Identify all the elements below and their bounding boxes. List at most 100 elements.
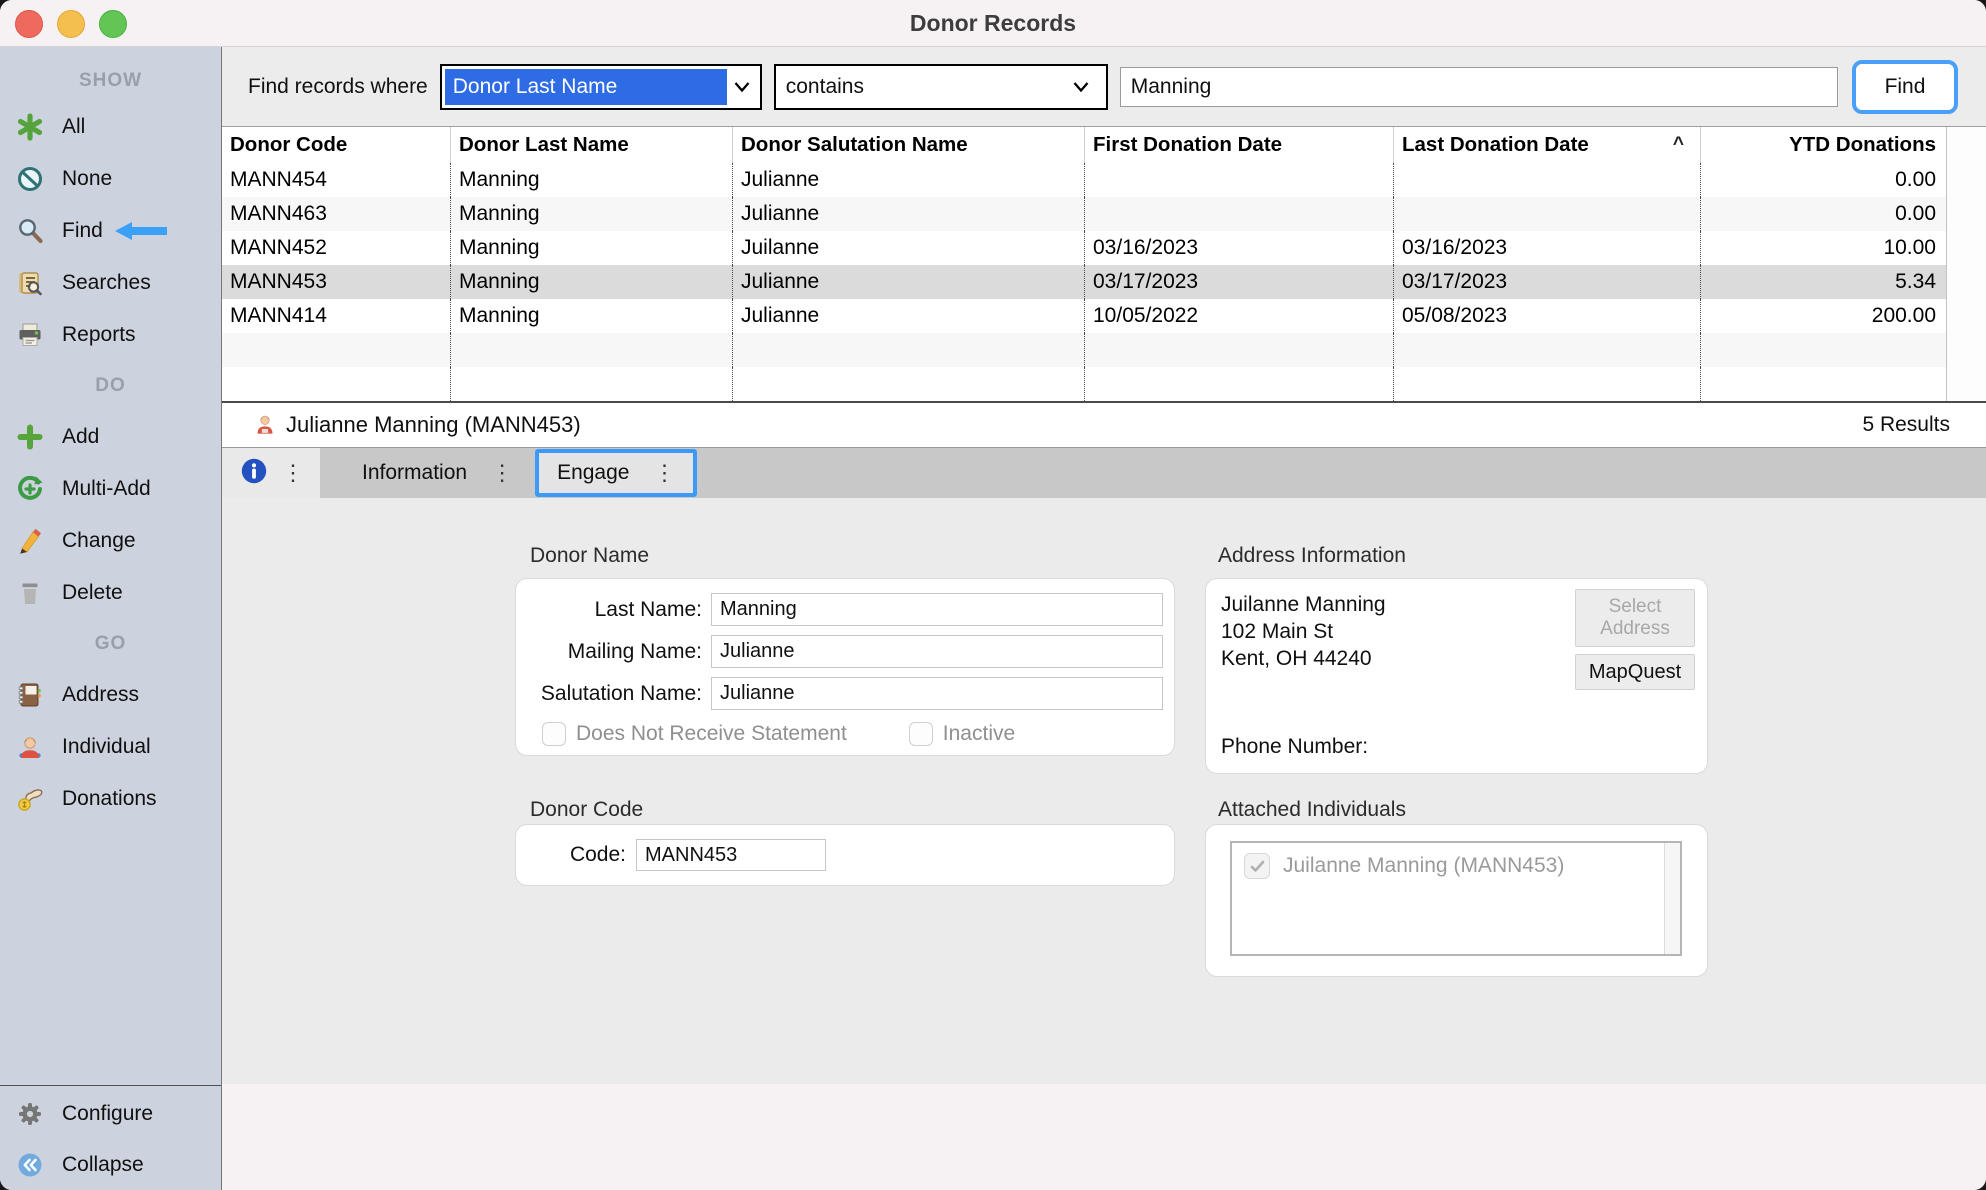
table-scrollbar-gutter[interactable] — [1946, 127, 1986, 401]
table-row[interactable]: MANN452 Manning Juilanne 03/16/2023 03/1… — [222, 231, 1946, 265]
sidebar-item-label: Add — [62, 425, 99, 449]
sidebar-item-configure[interactable]: Configure — [0, 1088, 221, 1139]
find-field-selected-value: Donor Last Name — [445, 69, 727, 105]
mapquest-button[interactable]: MapQuest — [1575, 654, 1695, 690]
close-button[interactable] — [15, 10, 43, 38]
sidebar-item-donations[interactable]: Donations — [0, 773, 221, 825]
attached-individuals-group-label: Attached Individuals — [1218, 798, 1406, 822]
chevron-down-icon — [727, 82, 757, 92]
donor-name-group-label: Donor Name — [530, 544, 649, 568]
collapse-circle-icon — [16, 1151, 44, 1179]
tab-menu-dots-icon[interactable]: ⋮ — [491, 462, 513, 484]
table-row[interactable]: MANN463 Manning Julianne 0.00 — [222, 197, 1946, 231]
cell-last-date: 03/17/2023 — [1393, 265, 1700, 299]
cell-donor-code: MANN454 — [222, 163, 450, 197]
tab-information[interactable]: Information ⋮ — [362, 461, 513, 485]
info-icon[interactable] — [240, 457, 268, 490]
column-header-ytd-donations[interactable]: YTD Donations — [1700, 127, 1946, 163]
blue-arrow-left-icon — [115, 221, 167, 241]
sidebar-item-collapse[interactable]: Collapse — [0, 1139, 221, 1190]
info-menu-dots-icon[interactable]: ⋮ — [282, 462, 304, 484]
sidebar-item-individual[interactable]: Individual — [0, 721, 221, 773]
sidebar-item-all[interactable]: All — [0, 101, 221, 153]
sidebar-item-label: Delete — [62, 581, 123, 605]
does-not-receive-statement-checkbox[interactable] — [542, 722, 566, 746]
column-header-donor-last-name[interactable]: Donor Last Name — [450, 127, 732, 163]
sidebar-item-searches[interactable]: Searches — [0, 257, 221, 309]
sidebar-item-label: Multi-Add — [62, 477, 151, 501]
cell-last-date: 03/16/2023 — [1393, 231, 1700, 265]
sidebar-item-label: Configure — [62, 1102, 153, 1126]
find-records-where-label: Find records where — [248, 75, 428, 99]
sidebar-item-change[interactable]: Change — [0, 515, 221, 567]
sidebar-section-go: GO — [0, 619, 221, 669]
scroll-icon — [16, 269, 44, 297]
sidebar-item-find[interactable]: Find — [0, 205, 221, 257]
tab-menu-dots-icon[interactable]: ⋮ — [653, 462, 675, 484]
column-header-first-donation-date[interactable]: First Donation Date — [1084, 127, 1393, 163]
window-title: Donor Records — [910, 10, 1076, 37]
column-header-label: Last Donation Date — [1402, 133, 1589, 157]
salutation-name-field[interactable] — [711, 677, 1163, 710]
column-header-donor-salutation-name[interactable]: Donor Salutation Name — [732, 127, 1084, 163]
trash-icon — [16, 579, 44, 607]
attached-individuals-listbox: Juilanne Manning (MANN453) — [1230, 841, 1682, 956]
salutation-name-label: Salutation Name: — [516, 682, 711, 706]
find-operator-select[interactable]: contains — [774, 64, 1108, 110]
cell-salutation: Julianne — [732, 197, 1084, 231]
hand-coin-icon — [16, 785, 44, 813]
cell-last-name: Manning — [450, 163, 732, 197]
circular-plus-icon — [16, 475, 44, 503]
sidebar-item-reports[interactable]: Reports — [0, 309, 221, 361]
cell-salutation: Julianne — [732, 299, 1084, 333]
cell-first-date: 03/17/2023 — [1084, 265, 1393, 299]
select-address-button[interactable]: Select Address — [1575, 589, 1695, 647]
inactive-checkbox[interactable] — [909, 722, 933, 746]
sidebar-item-delete[interactable]: Delete — [0, 567, 221, 619]
search-value-input[interactable] — [1120, 67, 1838, 107]
sidebar-item-label: Searches — [62, 271, 151, 295]
sidebar: SHOW All None Find — [0, 47, 222, 1190]
table-row[interactable]: MANN454 Manning Julianne 0.00 — [222, 163, 1946, 197]
table-row-empty — [222, 367, 1946, 401]
list-item: Juilanne Manning (MANN453) — [1232, 843, 1680, 879]
sidebar-item-address[interactable]: Address — [0, 669, 221, 721]
results-table: Donor Code Donor Last Name Donor Salutat… — [222, 127, 1986, 401]
donor-code-card: Code: — [515, 824, 1175, 886]
donor-code-field[interactable] — [636, 839, 826, 871]
table-row-selected[interactable]: MANN453 Manning Julianne 03/17/2023 03/1… — [222, 265, 1946, 299]
mailing-name-field[interactable] — [711, 635, 1163, 668]
listbox-scrollbar[interactable] — [1664, 843, 1680, 954]
minimize-button[interactable] — [57, 10, 85, 38]
sort-ascending-icon: ^ — [1673, 134, 1684, 156]
cell-first-date — [1084, 163, 1393, 197]
pencil-icon — [16, 527, 44, 555]
record-title: Julianne Manning (MANN453) — [286, 412, 581, 438]
sidebar-item-none[interactable]: None — [0, 153, 221, 205]
person-small-icon — [254, 413, 276, 437]
sidebar-item-label: Reports — [62, 323, 136, 347]
checkbox-label: Does Not Receive Statement — [576, 722, 847, 746]
sidebar-item-multi-add[interactable]: Multi-Add — [0, 463, 221, 515]
zoom-button[interactable] — [99, 10, 127, 38]
cell-salutation: Julianne — [732, 163, 1084, 197]
sidebar-item-add[interactable]: Add — [0, 411, 221, 463]
cell-first-date — [1084, 197, 1393, 231]
attached-individual-checkbox[interactable] — [1244, 853, 1270, 879]
table-row[interactable]: MANN414 Manning Julianne 10/05/2022 05/0… — [222, 299, 1946, 333]
tab-engage-active[interactable]: Engage ⋮ — [535, 449, 697, 497]
cell-donor-code: MANN463 — [222, 197, 450, 231]
last-name-field[interactable] — [711, 593, 1163, 626]
find-bar: Find records where Donor Last Name conta… — [222, 47, 1986, 127]
find-field-select[interactable]: Donor Last Name — [440, 64, 762, 110]
column-header-last-donation-date[interactable]: Last Donation Date ^ — [1393, 127, 1700, 163]
cell-last-name: Manning — [450, 265, 732, 299]
column-header-donor-code[interactable]: Donor Code — [222, 127, 450, 163]
cell-last-name: Manning — [450, 231, 732, 265]
cell-last-date — [1393, 197, 1700, 231]
traffic-lights — [15, 10, 127, 38]
sidebar-section-show: SHOW — [0, 61, 221, 101]
magnifier-icon — [16, 217, 44, 245]
find-button[interactable]: Find — [1852, 60, 1958, 114]
sidebar-item-label: Address — [62, 683, 139, 707]
